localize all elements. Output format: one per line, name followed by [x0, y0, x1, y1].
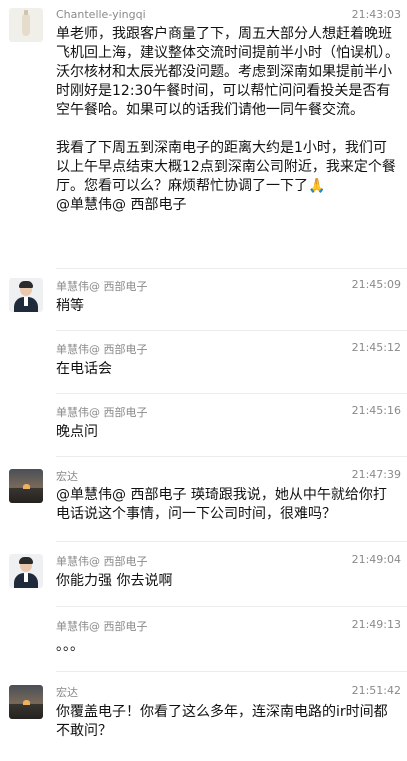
- message-text: 晚点问: [56, 424, 98, 440]
- message-time: 21:45:16: [351, 404, 401, 417]
- sender-name: 宏达: [56, 470, 78, 483]
- sender-name: 宏达: [56, 686, 78, 699]
- sender-name: Chantelle-yingqi: [56, 8, 146, 21]
- sender-name: 单慧伟@ 西部电子: [56, 343, 148, 356]
- chat-history: Chantelle-yingqi 21:43:03 单老师，我跟客户商量了下，周…: [0, 0, 407, 761]
- sender-name: 单慧伟@ 西部电子: [56, 406, 148, 419]
- sunset-landscape-avatar[interactable]: [9, 685, 43, 719]
- message-time: 21:43:03: [351, 8, 401, 21]
- message-divider: [56, 541, 407, 542]
- message-text: 你覆盖电子！你看了这么多年，连深南电路的ir时间都不敢问？: [56, 704, 388, 739]
- message-time: 21:45:09: [351, 278, 401, 291]
- man-in-suit-avatar[interactable]: [9, 554, 43, 588]
- message-text: 单老师，我跟客户商量了下，周五大部分人想赶着晚班飞机回上海，建议整体交流时间提前…: [56, 26, 399, 213]
- message-divider: [56, 268, 407, 269]
- sender-name: 单慧伟@ 西部电子: [56, 280, 148, 293]
- message-text: 你能力强 你去说啊: [56, 573, 173, 589]
- man-in-suit-avatar[interactable]: [9, 278, 43, 312]
- message-time: 21:45:12: [351, 341, 401, 354]
- message-divider: [56, 330, 407, 331]
- sunset-landscape-avatar[interactable]: [9, 469, 43, 503]
- message-text: 。。。: [56, 638, 84, 654]
- message-time: 21:49:04: [351, 553, 401, 566]
- cup-photo-avatar[interactable]: [9, 8, 43, 42]
- sender-name: 单慧伟@ 西部电子: [56, 620, 148, 633]
- message-text: 在电话会: [56, 361, 112, 377]
- message-text: 稍等: [56, 298, 84, 314]
- message-divider: [56, 606, 407, 607]
- message-time: 21:49:13: [351, 618, 401, 631]
- message-text: @单慧伟@ 西部电子 瑛琦跟我说，她从中午就给你打电话说这个事情，问一下公司时间…: [56, 487, 387, 522]
- message-divider: [56, 671, 407, 672]
- message-time: 21:51:42: [351, 684, 401, 697]
- sender-name: 单慧伟@ 西部电子: [56, 555, 148, 568]
- message-divider: [56, 456, 407, 457]
- message-divider: [56, 393, 407, 394]
- message-time: 21:47:39: [351, 468, 401, 481]
